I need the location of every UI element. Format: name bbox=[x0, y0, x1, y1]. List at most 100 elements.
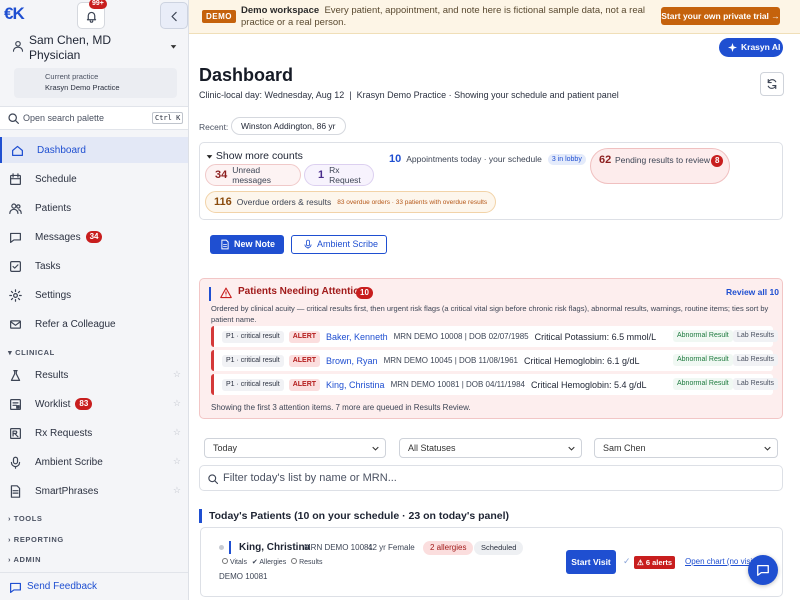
unread-messages-count[interactable]: 34 Unread messages bbox=[205, 164, 301, 186]
section-tools[interactable]: › TOOLS bbox=[8, 514, 43, 523]
attention-patient-name[interactable]: Brown, Ryan bbox=[326, 356, 378, 366]
section-admin[interactable]: › ADMIN bbox=[8, 555, 41, 564]
attention-patient-name[interactable]: King, Christina bbox=[326, 380, 385, 390]
patient-card[interactable]: King, Christina MRN DEMO 10081 42 yr Fem… bbox=[200, 527, 783, 597]
overdue-detail: 83 overdue orders · 33 patients with ove… bbox=[337, 198, 488, 206]
sidebar-item-settings[interactable]: Settings bbox=[0, 282, 188, 308]
sidebar-item-rx-requests[interactable]: Rx Requests ☆ bbox=[0, 420, 188, 446]
user-icon bbox=[12, 40, 24, 52]
show-more-counts-toggle[interactable]: Show more counts bbox=[206, 150, 303, 162]
provider-filter-select[interactable]: Sam Chen bbox=[594, 438, 778, 458]
open-chart-link[interactable]: Open chart (no visit) bbox=[685, 557, 757, 566]
sidebar-item-worklist[interactable]: Worklist 83 ☆ bbox=[0, 391, 188, 417]
sidebar-item-ambient-scribe[interactable]: Ambient Scribe ☆ bbox=[0, 449, 188, 475]
refresh-button[interactable] bbox=[760, 72, 784, 96]
star-icon[interactable]: ☆ bbox=[173, 369, 181, 380]
star-icon[interactable]: ☆ bbox=[173, 485, 181, 496]
send-feedback-link[interactable]: Send Feedback bbox=[0, 572, 188, 600]
sidebar-item-smartphrases[interactable]: SmartPhrases ☆ bbox=[0, 478, 188, 504]
section-clinical[interactable]: ▾ CLINICAL bbox=[8, 348, 55, 357]
attention-row[interactable]: P1 · critical result ALERT Brown, Ryan MRN … bbox=[211, 350, 778, 371]
recent-patient-chip[interactable]: Winston Addington, 86 yr bbox=[231, 117, 346, 135]
unread-count-label: Unread messages bbox=[232, 165, 271, 185]
user-menu[interactable]: Sam Chen, MD Physician bbox=[0, 32, 188, 62]
notifications-button[interactable]: 99+ bbox=[77, 0, 107, 29]
warning-icon bbox=[220, 287, 232, 299]
users-icon bbox=[9, 202, 22, 214]
refresh-icon bbox=[767, 78, 777, 90]
sidebar-item-dashboard[interactable]: Dashboard bbox=[0, 137, 188, 163]
attention-row[interactable]: P1 · critical result ALERT King, Christina… bbox=[211, 374, 778, 395]
chevron-down-icon bbox=[764, 446, 771, 451]
mail-icon bbox=[10, 319, 21, 329]
chat-support-button[interactable] bbox=[748, 555, 778, 585]
list-filter-input[interactable]: Filter today's list by name or MRN... bbox=[199, 465, 783, 491]
search-shortcut: Ctrl K bbox=[152, 112, 184, 124]
sidebar-item-results[interactable]: Results ☆ bbox=[0, 362, 188, 388]
sparkle-icon bbox=[728, 43, 737, 52]
document-icon bbox=[10, 484, 21, 498]
attention-patient-name[interactable]: Baker, Kenneth bbox=[326, 332, 388, 342]
sidebar-item-label: Rx Requests bbox=[35, 427, 93, 439]
start-visit-button[interactable]: Start Visit bbox=[566, 550, 616, 574]
sidebar-item-label: Ambient Scribe bbox=[35, 456, 103, 468]
rx-request-count[interactable]: 1 Rx Request bbox=[304, 164, 374, 186]
attention-row[interactable]: P1 · critical result ALERT Baker, Kenneth M… bbox=[211, 326, 778, 347]
pending-results-count[interactable]: 62 Pending results to review 8 bbox=[590, 148, 730, 184]
sidebar-item-badge: 34 bbox=[85, 231, 103, 243]
sidebar-item-messages[interactable]: Messages 34 bbox=[0, 224, 188, 250]
sidebar-item-schedule[interactable]: Schedule bbox=[0, 166, 188, 192]
alert-tag: ALERT bbox=[288, 354, 321, 367]
sidebar-item-patients[interactable]: Patients bbox=[0, 195, 188, 221]
patient-accent bbox=[229, 541, 231, 554]
sidebar-item-label: Messages bbox=[35, 231, 81, 243]
priority-tag: P1 · critical result bbox=[222, 378, 284, 391]
app-logo[interactable]: €K bbox=[4, 4, 25, 24]
star-icon[interactable]: ☆ bbox=[173, 398, 181, 409]
page-title: Dashboard bbox=[199, 65, 294, 85]
date-filter-select[interactable]: Today bbox=[204, 438, 386, 458]
chevron-left-icon bbox=[171, 11, 177, 22]
sidebar-item-refer-a-colleague[interactable]: Refer a Colleague bbox=[0, 311, 188, 337]
priority-tag: P1 · critical result bbox=[222, 330, 284, 343]
section-reporting[interactable]: › REPORTING bbox=[8, 535, 64, 544]
appointments-today-count[interactable]: 10 Appointments today · your schedule 3 … bbox=[389, 152, 586, 166]
patient-name[interactable]: King, Christina bbox=[239, 542, 310, 553]
section-clinical-label: CLINICAL bbox=[15, 348, 55, 357]
chat-icon bbox=[757, 564, 769, 576]
alerts-badge[interactable]: ⚠ 6 alerts bbox=[634, 556, 676, 569]
visit-status-pill: Scheduled bbox=[474, 541, 524, 555]
lab-results-tag: Lab Results bbox=[733, 354, 778, 366]
search-palette-input[interactable]: Open search palette Ctrl K bbox=[0, 106, 188, 130]
rx-icon bbox=[10, 427, 21, 439]
collapse-sidebar-button[interactable] bbox=[160, 2, 188, 29]
star-icon[interactable]: ☆ bbox=[173, 456, 181, 467]
pending-count-number: 62 bbox=[599, 154, 612, 166]
priority-tag: P1 · critical result bbox=[222, 354, 284, 367]
sidebar-item-label: Refer a Colleague bbox=[35, 318, 116, 330]
sidebar-item-label: SmartPhrases bbox=[35, 485, 99, 497]
new-note-button[interactable]: New Note bbox=[210, 235, 284, 254]
caret-down-icon bbox=[170, 45, 177, 49]
krasyn-ai-button[interactable]: Krasyn AI bbox=[719, 38, 783, 57]
counts-card: Show more counts 34 Unread messages 1 Rx… bbox=[199, 142, 783, 220]
status-filter-select[interactable]: All Statuses bbox=[399, 438, 582, 458]
section-reporting-label: REPORTING bbox=[13, 535, 64, 544]
abnormal-result-tag: Abnormal Result bbox=[673, 330, 733, 342]
ambient-scribe-button[interactable]: Ambient Scribe bbox=[291, 235, 387, 254]
allergies-check-label: Allergies bbox=[259, 559, 287, 566]
patient-mrn: MRN DEMO 10081 bbox=[304, 543, 373, 552]
review-all-link[interactable]: Review all 10 bbox=[726, 287, 779, 297]
sidebar-item-tasks[interactable]: Tasks bbox=[0, 253, 188, 279]
sidebar-item-badge: 83 bbox=[75, 398, 93, 410]
overdue-orders-count[interactable]: 116 Overdue orders & results 83 overdue … bbox=[205, 191, 496, 213]
user-name: Sam Chen, MD bbox=[29, 33, 112, 47]
demo-banner-title: Demo workspace bbox=[241, 5, 320, 16]
bell-icon bbox=[86, 11, 97, 23]
start-trial-button[interactable]: Start your own private trial → bbox=[661, 7, 780, 25]
star-icon[interactable]: ☆ bbox=[173, 427, 181, 438]
krasyn-ai-label: Krasyn AI bbox=[741, 42, 781, 52]
note-icon bbox=[221, 239, 229, 250]
allergies-check-icon: ✔ bbox=[251, 559, 258, 566]
page-subtitle: Clinic-local day: Wednesday, Aug 12 | Kr… bbox=[199, 90, 619, 100]
